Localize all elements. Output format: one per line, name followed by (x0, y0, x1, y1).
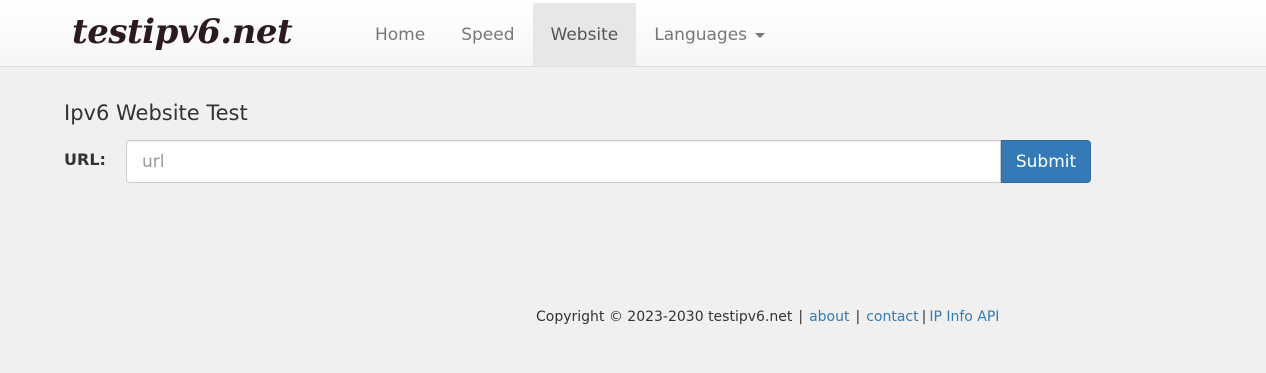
page-title: Ipv6 Website Test (64, 101, 248, 125)
footer-separator: | (798, 309, 804, 325)
nav-item-label: Website (550, 24, 619, 45)
submit-button[interactable]: Submit (1001, 140, 1091, 183)
footer-separator: | (855, 309, 861, 325)
ip-info-api-link[interactable]: IP Info API (929, 309, 999, 325)
about-link[interactable]: about (809, 309, 849, 325)
copyright-text: Copyright © 2023-2030 testipv6.net (536, 309, 793, 325)
caret-down-icon (755, 33, 766, 38)
nav-item-languages-dropdown[interactable]: Languages (636, 3, 783, 66)
brand-logo[interactable]: testipv6.net (72, 12, 293, 52)
contact-link[interactable]: contact (866, 309, 918, 325)
nav-item-speed[interactable]: Speed (443, 3, 532, 66)
nav-item-website[interactable]: Website (532, 3, 637, 66)
url-input[interactable] (126, 140, 1001, 183)
footer-separator: | (921, 309, 927, 325)
footer: Copyright © 2023-2030 testipv6.net | about… (536, 309, 999, 325)
nav-item-label: Speed (461, 24, 515, 45)
url-label: URL: (64, 150, 106, 169)
main-nav: Home Speed Website Languages (357, 3, 783, 66)
nav-item-label: Languages (654, 24, 748, 45)
nav-item-label: Home (375, 24, 426, 45)
navbar: testipv6.net Home Speed Website Language… (0, 3, 1266, 67)
nav-item-home[interactable]: Home (357, 3, 443, 66)
